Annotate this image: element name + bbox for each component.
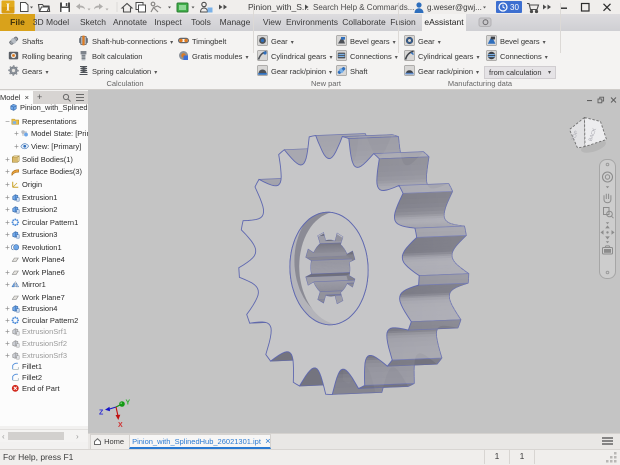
svg-text:Search Help & Commands...: Search Help & Commands... bbox=[313, 3, 414, 12]
svg-text:I: I bbox=[6, 3, 10, 14]
svg-text:g.weser@gwj...: g.weser@gwj... bbox=[427, 3, 482, 12]
svg-text:Pinion_with_S...: Pinion_with_S... bbox=[248, 2, 309, 12]
svg-text:30: 30 bbox=[510, 3, 519, 12]
